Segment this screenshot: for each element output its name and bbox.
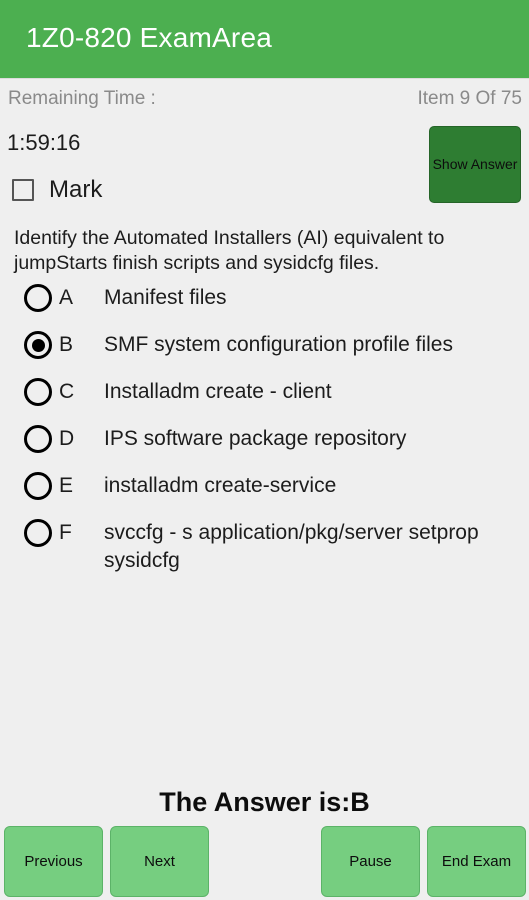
answer-option-d[interactable]: D IPS software package repository bbox=[0, 419, 529, 466]
show-answer-button[interactable]: Show Answer bbox=[429, 126, 521, 203]
answer-option-f[interactable]: F svccfg - s application/pkg/server setp… bbox=[0, 513, 529, 572]
answer-options-list: A Manifest files B SMF system configurat… bbox=[0, 278, 529, 572]
option-letter-c: C bbox=[59, 380, 75, 403]
radio-icon-e[interactable] bbox=[24, 472, 52, 500]
option-letter-e: E bbox=[59, 474, 74, 497]
radio-icon-b[interactable] bbox=[24, 331, 52, 359]
radio-icon-f[interactable] bbox=[24, 519, 52, 547]
remaining-time-label: Remaining Time : bbox=[8, 88, 156, 109]
pause-button[interactable]: Pause bbox=[321, 826, 420, 897]
option-letter-b: B bbox=[59, 333, 74, 356]
answer-option-a[interactable]: A Manifest files bbox=[0, 278, 529, 325]
option-text-d: IPS software package repository bbox=[104, 427, 407, 450]
question-text: Identify the Automated Installers (AI) e… bbox=[14, 227, 445, 274]
radio-icon-c[interactable] bbox=[24, 378, 52, 406]
app-bar: 1Z0-820 ExamArea bbox=[0, 0, 529, 78]
answer-option-e[interactable]: E installadm create-service bbox=[0, 466, 529, 513]
option-text-f: svccfg - s application/pkg/server setpro… bbox=[104, 521, 479, 572]
radio-icon-a[interactable] bbox=[24, 284, 52, 312]
next-button[interactable]: Next bbox=[110, 826, 209, 897]
mark-label: Mark bbox=[49, 176, 103, 203]
exam-info-strip: Remaining Time : Item 9 Of 75 bbox=[0, 78, 529, 118]
option-text-e: installadm create-service bbox=[104, 474, 337, 497]
option-text-c: Installadm create - client bbox=[104, 380, 332, 403]
option-letter-a: A bbox=[59, 286, 74, 309]
answer-option-c[interactable]: C Installadm create - client bbox=[0, 372, 529, 419]
previous-button[interactable]: Previous bbox=[4, 826, 103, 897]
option-text-a: Manifest files bbox=[104, 286, 227, 309]
item-counter: Item 9 Of 75 bbox=[417, 88, 522, 109]
option-letter-d: D bbox=[59, 427, 75, 450]
end-exam-button[interactable]: End Exam bbox=[427, 826, 526, 897]
app-title: 1Z0-820 ExamArea bbox=[26, 22, 272, 53]
radio-icon-d[interactable] bbox=[24, 425, 52, 453]
bottom-navigation-bar: Previous Next Pause End Exam bbox=[0, 826, 529, 900]
mark-question-row[interactable]: Mark bbox=[12, 176, 102, 204]
answer-option-b[interactable]: B SMF system configuration profile files bbox=[0, 325, 529, 372]
option-text-b: SMF system configuration profile files bbox=[104, 333, 453, 356]
option-letter-f: F bbox=[59, 521, 72, 544]
mark-checkbox[interactable] bbox=[12, 179, 34, 201]
timer-value: 1:59:16 bbox=[7, 130, 81, 155]
answer-banner: The Answer is:B bbox=[159, 787, 370, 817]
